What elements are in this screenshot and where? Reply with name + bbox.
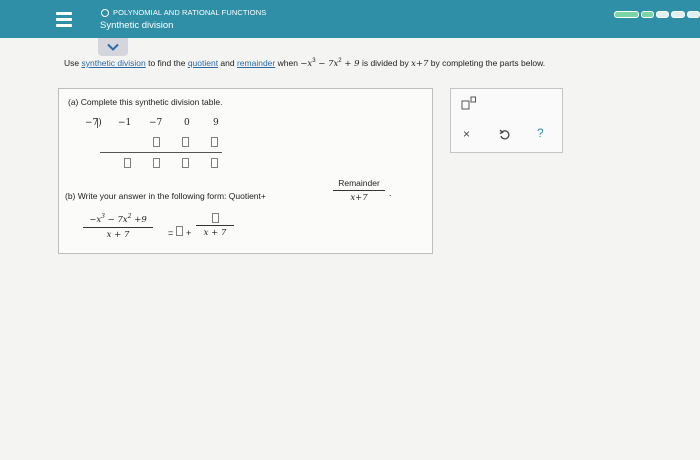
progress-segment	[640, 11, 654, 18]
clear-icon[interactable]: ×	[463, 127, 470, 141]
rhs-denominator: x + 7	[203, 228, 227, 238]
division-line	[100, 152, 222, 153]
part-a-label: (a) Complete this synthetic division tab…	[68, 97, 223, 107]
remainder-word: Remainder	[338, 178, 380, 188]
q-text: Use	[64, 58, 82, 68]
help-icon[interactable]: ?	[537, 126, 544, 140]
answer-panel: (a) Complete this synthetic division tab…	[58, 88, 433, 254]
poly-term: − 7x	[315, 59, 339, 69]
division-bracket	[97, 118, 98, 128]
progress-bar	[614, 11, 700, 18]
quotient-input[interactable]	[176, 226, 183, 236]
page-title: Synthetic division	[100, 20, 174, 31]
undo-icon[interactable]	[499, 129, 511, 141]
topic-line: POLYNOMIAL AND RATIONAL FUNCTIONS	[101, 8, 266, 17]
product-input[interactable]	[211, 137, 218, 147]
divisor-label: −7)	[85, 118, 102, 128]
remainder-input[interactable]	[211, 158, 218, 168]
part-b-text: (b) Write your answer in the following f…	[65, 191, 266, 201]
poly-term: + 9	[341, 59, 360, 69]
coefficient: 0	[184, 118, 190, 128]
q-text: by completing the parts below.	[428, 58, 546, 68]
top-bar: POLYNOMIAL AND RATIONAL FUNCTIONS Synthe…	[0, 0, 700, 38]
form-fraction: Remainder x+7	[333, 178, 385, 203]
exponent-template-icon[interactable]	[461, 96, 477, 110]
equals-sign: =	[168, 228, 174, 238]
period: .	[389, 188, 392, 198]
q-text: is divided by	[359, 58, 412, 68]
progress-segment	[656, 11, 670, 18]
lhs-denominator: x + 7	[106, 229, 130, 240]
result-input[interactable]	[182, 158, 189, 168]
tools-panel: × ?	[450, 88, 563, 153]
lhs-term: −x	[89, 214, 102, 225]
lhs-numerator: −x3 − 7x2 +9	[89, 213, 147, 225]
coefficient: −1	[118, 118, 132, 128]
product-input[interactable]	[182, 137, 189, 147]
result-input[interactable]	[124, 158, 131, 168]
part-b-label: (b) Write your answer in the following f…	[65, 191, 266, 201]
question-text: Use synthetic division to find the quoti…	[64, 58, 545, 69]
q-text: to find the	[145, 58, 188, 68]
progress-segment	[686, 11, 700, 18]
remainder-answer-input[interactable]	[211, 213, 219, 223]
expand-tab[interactable]	[98, 38, 128, 56]
fraction-bar	[83, 226, 153, 228]
plus-sign: +	[186, 228, 192, 238]
progress-segment	[671, 11, 685, 18]
menu-icon[interactable]	[56, 10, 72, 28]
result-input[interactable]	[153, 158, 160, 168]
rhs-fraction: x + 7	[196, 213, 234, 238]
poly-term: −x	[300, 59, 313, 69]
lhs-fraction: −x3 − 7x2 +9 x + 7	[83, 213, 153, 240]
progress-segment	[614, 11, 639, 18]
divisor-expr: x+7	[411, 59, 429, 69]
topic-circle-icon	[101, 8, 109, 17]
chevron-down-icon	[107, 43, 119, 51]
topic-label: POLYNOMIAL AND RATIONAL FUNCTIONS	[113, 8, 267, 17]
coefficient: −7	[149, 118, 163, 128]
synthetic-division-link[interactable]: synthetic division	[81, 58, 145, 68]
lhs-term: − 7x	[104, 214, 128, 225]
lhs-term: +9	[131, 214, 147, 225]
fraction-bar	[196, 225, 234, 226]
coefficient: 9	[213, 118, 219, 128]
product-input[interactable]	[153, 137, 160, 147]
fraction-denominator: x+7	[350, 193, 368, 203]
q-text: when	[275, 58, 301, 68]
fraction-bar	[333, 190, 385, 191]
remainder-link[interactable]: remainder	[237, 58, 275, 68]
quotient-link[interactable]: quotient	[188, 58, 218, 68]
q-text: and	[218, 58, 237, 68]
